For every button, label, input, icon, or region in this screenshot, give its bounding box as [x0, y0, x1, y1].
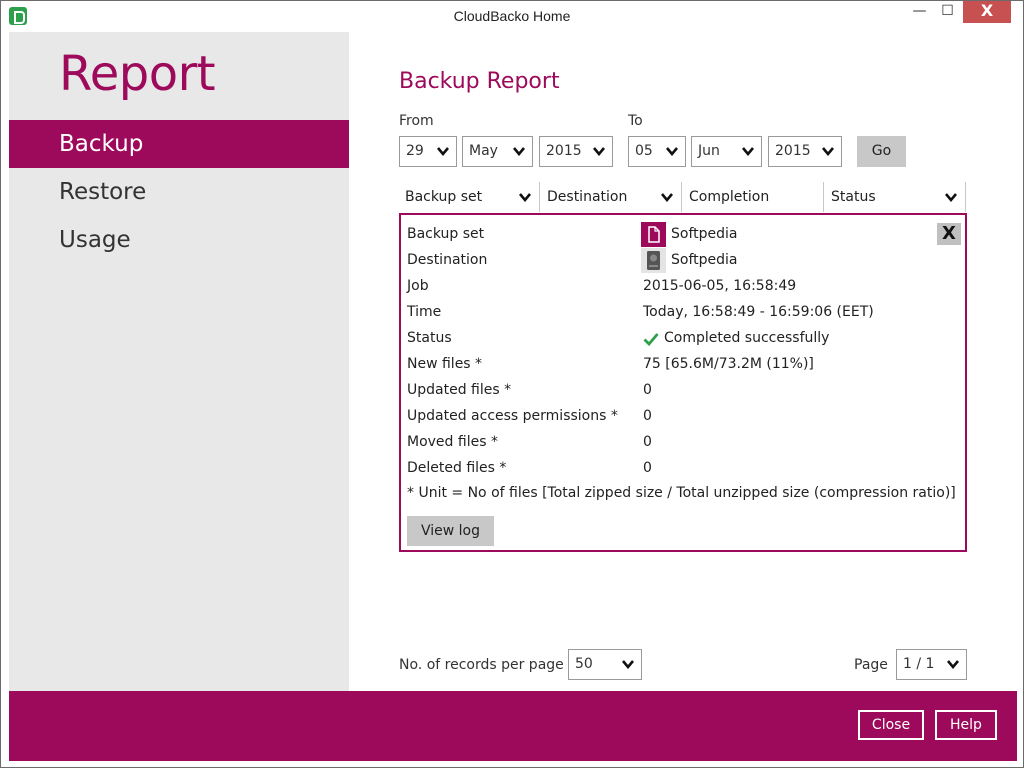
detail-value: 0: [643, 460, 652, 476]
detail-label: Destination: [407, 252, 488, 268]
maximize-button[interactable]: ☐: [934, 1, 961, 23]
detail-value: 75 [65.6M/73.2M (11%)]: [643, 356, 814, 372]
to-day-value: 05: [635, 143, 653, 159]
minimize-button[interactable]: —: [905, 1, 934, 23]
detail-label: Deleted files *: [407, 460, 507, 476]
column-header-status[interactable]: Status: [825, 182, 966, 212]
to-month-value: Jun: [698, 143, 720, 159]
detail-value: 0: [643, 382, 652, 398]
from-year-select[interactable]: 2015: [539, 136, 613, 167]
check-icon: [643, 333, 659, 346]
detail-label: Status: [407, 330, 452, 346]
detail-value: 0: [643, 408, 652, 424]
from-day-value: 29: [406, 143, 424, 159]
footer-bar: Close Help: [9, 691, 1017, 761]
to-month-select[interactable]: Jun: [691, 136, 762, 167]
detail-label: Backup set: [407, 226, 485, 242]
from-month-select[interactable]: May: [462, 136, 533, 167]
page-label: Page: [854, 657, 888, 673]
detail-label: Job: [407, 278, 429, 294]
detail-value: Completed successfully: [664, 330, 830, 346]
detail-value: 2015-06-05, 16:58:49: [643, 278, 797, 294]
column-header-label: Backup set: [405, 189, 483, 205]
from-label: From: [399, 113, 434, 129]
column-header-label: Completion: [689, 189, 770, 205]
chevron-down-icon: [945, 193, 957, 202]
to-year-value: 2015: [775, 143, 811, 159]
records-per-page-label: No. of records per page: [399, 657, 564, 673]
from-month-value: May: [469, 143, 498, 159]
to-label: To: [628, 113, 643, 129]
chevron-down-icon: [622, 660, 634, 669]
chevron-down-icon: [822, 147, 834, 156]
sidebar-item-restore[interactable]: Restore: [9, 168, 349, 216]
records-per-page-select[interactable]: 50: [568, 649, 642, 680]
chevron-down-icon: [593, 147, 605, 156]
detail-label: Time: [407, 304, 442, 320]
from-day-select[interactable]: 29: [399, 136, 457, 167]
document-icon: [641, 222, 666, 247]
close-button[interactable]: Close: [858, 710, 924, 740]
app-window: CloudBacko Home — ☐ X Report Backup Rest…: [0, 0, 1024, 768]
detail-value: Softpedia: [671, 252, 738, 268]
view-log-button[interactable]: View log: [407, 516, 494, 546]
unit-note: * Unit = No of files [Total zipped size …: [407, 485, 956, 501]
column-header-destination[interactable]: Destination: [541, 182, 682, 212]
to-year-select[interactable]: 2015: [768, 136, 842, 167]
column-header-backup-set[interactable]: Backup set: [399, 182, 540, 212]
title-bar: CloudBacko Home — ☐ X: [1, 1, 1023, 32]
from-year-value: 2015: [546, 143, 582, 159]
window-title: CloudBacko Home: [453, 8, 571, 24]
chevron-down-icon: [513, 147, 525, 156]
chevron-down-icon: [742, 147, 754, 156]
chevron-down-icon: [666, 147, 678, 156]
records-per-page-value: 50: [575, 656, 593, 672]
column-header-label: Status: [831, 189, 876, 205]
window-close-button[interactable]: X: [963, 1, 1011, 23]
detail-value: Softpedia: [671, 226, 738, 242]
hard-drive-icon: [641, 248, 666, 273]
chevron-down-icon: [947, 660, 959, 669]
page-title: Backup Report: [399, 69, 560, 94]
detail-label: Updated access permissions *: [407, 408, 618, 424]
detail-label: Updated files *: [407, 382, 512, 398]
column-header-label: Destination: [547, 189, 628, 205]
page-value: 1 / 1: [903, 656, 935, 672]
sidebar: Report Backup Restore Usage: [9, 32, 349, 691]
detail-value: 0: [643, 434, 652, 450]
help-button[interactable]: Help: [935, 710, 997, 740]
detail-value: Today, 16:58:49 - 16:59:06 (EET): [643, 304, 874, 320]
sidebar-item-usage[interactable]: Usage: [9, 216, 349, 264]
page-select[interactable]: 1 / 1: [896, 649, 967, 680]
backup-detail-panel: X Backup set Softpedia Destination Softp…: [399, 213, 967, 552]
go-button[interactable]: Go: [857, 136, 906, 167]
column-header-completion[interactable]: Completion: [683, 182, 824, 212]
detail-label: Moved files *: [407, 434, 498, 450]
chevron-down-icon: [661, 193, 673, 202]
sidebar-item-backup[interactable]: Backup: [9, 120, 349, 168]
detail-label: New files *: [407, 356, 483, 372]
close-detail-button[interactable]: X: [937, 223, 961, 245]
sidebar-title: Report: [59, 46, 216, 102]
to-day-select[interactable]: 05: [628, 136, 686, 167]
chevron-down-icon: [437, 147, 449, 156]
chevron-down-icon: [519, 193, 531, 202]
